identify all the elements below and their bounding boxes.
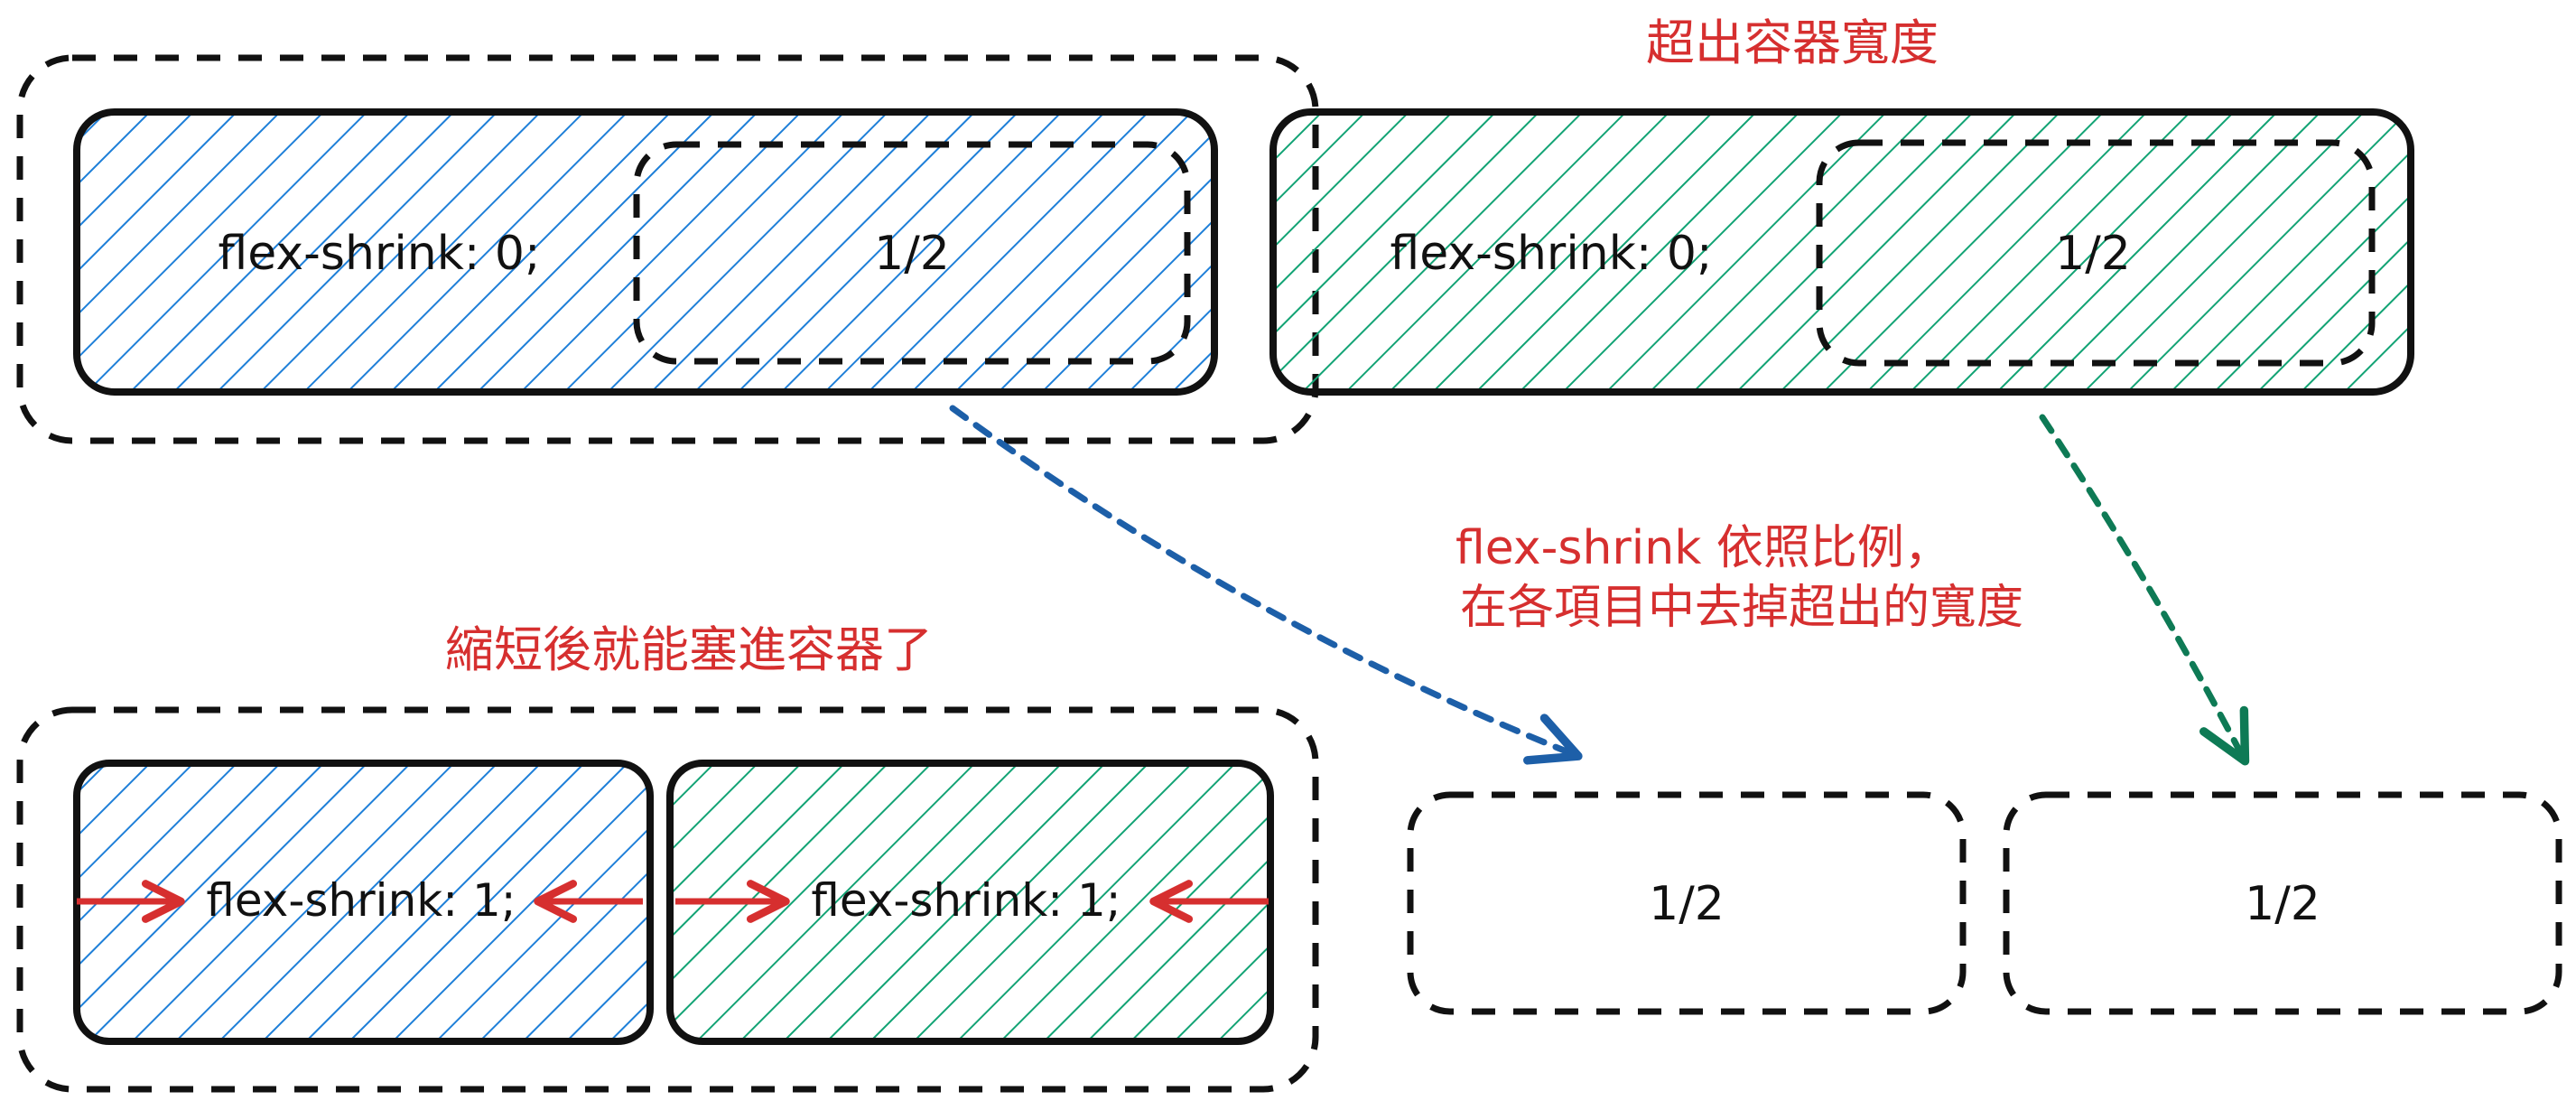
shrink-annotation-line2: 在各項目中去掉超出的寬度 — [1460, 581, 2023, 635]
flex-shrink-diagram: flex-shrink: 0; 1/2 flex-shrink: 0; 1/2 … — [16, 14, 2562, 1093]
top-left-group: flex-shrink: 0; 1/2 — [16, 54, 1319, 444]
overflow-annotation: 超出容器寬度 — [1646, 14, 1939, 71]
shrink-annotation-line1: flex-shrink 依照比例， — [1455, 521, 1951, 575]
top-left-half-label: 1/2 — [874, 227, 950, 281]
removed-half-label-b: 1/2 — [2245, 877, 2320, 931]
top-right-item-label: flex-shrink: 0; — [1390, 227, 1713, 281]
shrink-line1-rest: 依照比例， — [1716, 521, 1951, 575]
shrink-keyword: flex-shrink — [1455, 521, 1701, 575]
fits-annotation: 縮短後就能塞進容器了 — [445, 621, 933, 678]
top-right-half-label: 1/2 — [2055, 227, 2131, 281]
bottom-green-item-label: flex-shrink: 1; — [811, 874, 1121, 927]
top-right-group: flex-shrink: 0; 1/2 — [1269, 108, 2414, 396]
removed-half-label-a: 1/2 — [1649, 877, 1725, 931]
green-flow-arrow — [2039, 414, 2250, 766]
bottom-left-group: flex-shrink: 1; flex-shrink: 1; — [16, 706, 1319, 1093]
top-left-item-label: flex-shrink: 0; — [219, 227, 541, 281]
bottom-right-group: 1/2 1/2 — [1407, 791, 2562, 1015]
bottom-blue-item-label: flex-shrink: 1; — [206, 874, 516, 927]
